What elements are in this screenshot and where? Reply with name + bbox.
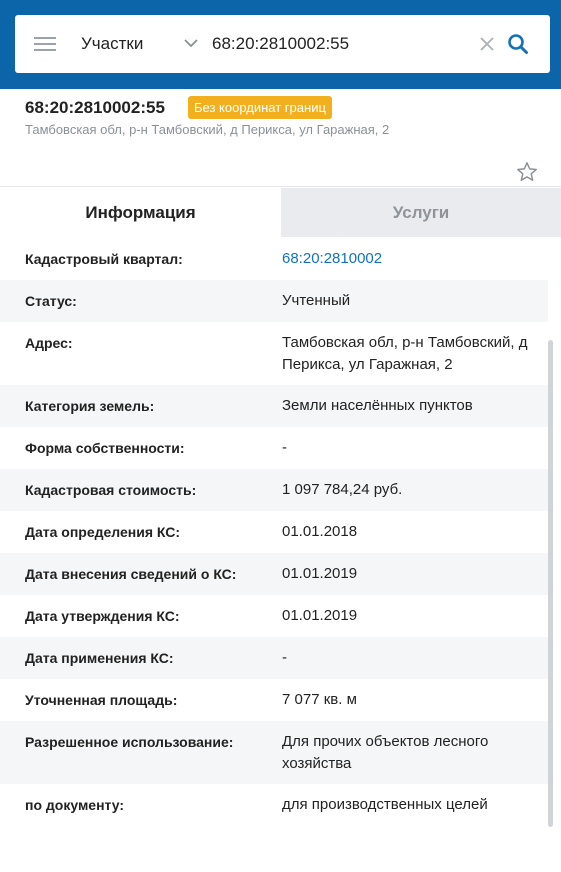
search-input[interactable]	[212, 28, 472, 60]
info-value: Земли населённых пунктов	[282, 397, 473, 414]
object-address: Тамбовская обл, р-н Тамбовский, д Перикс…	[25, 122, 390, 137]
info-label: Кадастровая стоимость:	[25, 482, 197, 498]
search-icon[interactable]	[507, 33, 529, 55]
info-value: Для прочих объектов лесного хозяйства	[282, 733, 489, 772]
info-row-cadastral-value: Кадастровая стоимость: 1 097 784,24 руб.	[0, 469, 548, 511]
category-label: Участки	[81, 34, 144, 53]
info-table: Кадастровый квартал: 68:20:2810002 Стату…	[0, 238, 548, 826]
info-row-ks-application-date: Дата применения КС: -	[0, 637, 548, 679]
info-value: Тамбовская обл, р-н Тамбовский, д Перикс…	[282, 334, 528, 373]
info-row-status: Статус: Учтенный	[0, 280, 548, 322]
tab-bar: Информация Услуги	[0, 188, 561, 237]
status-badge: Без координат границ	[188, 96, 332, 119]
info-value: -	[282, 649, 287, 666]
info-label: Форма собственности:	[25, 440, 185, 456]
info-label: Категория земель:	[25, 398, 155, 414]
info-row-ks-determination-date: Дата определения КС: 01.01.2018	[0, 511, 548, 553]
category-select[interactable]: Участки	[81, 15, 209, 73]
info-row-permitted-use: Разрешенное использование: Для прочих об…	[0, 721, 548, 784]
info-row-land-category: Категория земель: Земли населённых пункт…	[0, 385, 548, 427]
search-box: Участки	[15, 15, 550, 73]
info-label: Кадастровый квартал:	[25, 251, 183, 267]
info-label: Дата внесения сведений о КС:	[25, 566, 237, 582]
top-bar: Участки	[0, 0, 561, 89]
object-number: 68:20:2810002:55	[25, 98, 165, 117]
star-icon[interactable]	[516, 161, 538, 183]
info-row-by-document: по документу: для производственных целей	[0, 784, 548, 826]
info-label: Статус:	[25, 293, 77, 309]
info-value: -	[282, 439, 287, 456]
info-value: Учтенный	[282, 292, 351, 309]
info-row-ks-entry-date: Дата внесения сведений о КС: 01.01.2019	[0, 553, 548, 595]
clear-icon[interactable]	[478, 35, 496, 53]
info-label: Дата утверждения КС:	[25, 608, 180, 624]
scrollbar[interactable]	[548, 340, 553, 827]
info-label: Разрешенное использование:	[25, 734, 234, 750]
info-value: 1 097 784,24 руб.	[282, 481, 403, 498]
info-label: Дата определения КС:	[25, 524, 181, 540]
menu-icon[interactable]	[34, 35, 56, 53]
info-label: Адрес:	[25, 335, 73, 351]
info-value: 7 077 кв. м	[282, 691, 357, 708]
tab-services[interactable]: Услуги	[281, 188, 561, 237]
cadastral-quarter-link[interactable]: 68:20:2810002	[282, 248, 544, 270]
info-value: 01.01.2018	[282, 523, 358, 540]
info-row-ownership: Форма собственности: -	[0, 427, 548, 469]
object-header: 68:20:2810002:55 Без координат границ Та…	[0, 89, 561, 187]
info-row-cadastral-quarter: Кадастровый квартал: 68:20:2810002	[0, 238, 548, 280]
info-value: 01.01.2019	[282, 565, 358, 582]
tab-info[interactable]: Информация	[0, 188, 281, 237]
info-row-address: Адрес: Тамбовская обл, р-н Тамбовский, д…	[0, 322, 548, 385]
info-value: для производственных целей	[282, 796, 488, 813]
chevron-down-icon	[184, 39, 198, 48]
info-value: 01.01.2019	[282, 607, 358, 624]
info-row-area: Уточненная площадь: 7 077 кв. м	[0, 679, 548, 721]
info-label: по документу:	[25, 797, 125, 813]
info-row-ks-approval-date: Дата утверждения КС: 01.01.2019	[0, 595, 548, 637]
info-label: Уточненная площадь:	[25, 692, 178, 708]
info-label: Дата применения КС:	[25, 650, 174, 666]
